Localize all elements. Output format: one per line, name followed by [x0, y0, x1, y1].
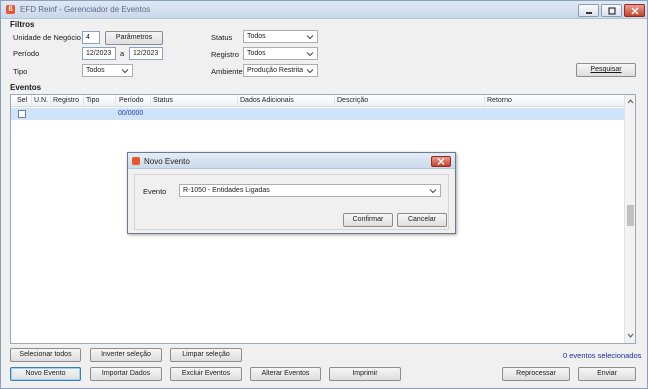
- selecionar-todos-button[interactable]: Selecionar todos: [10, 348, 81, 362]
- novo-evento-dialog: Novo Evento Evento R-1050 - Entidades Li…: [127, 152, 456, 234]
- row-select-checkbox[interactable]: [18, 110, 26, 118]
- ambiente-select[interactable]: Produção Restrita: [243, 64, 318, 77]
- importar-dados-label: Importar Dados: [101, 370, 151, 377]
- column-divider: [50, 95, 51, 107]
- enviar-button[interactable]: Enviar: [578, 367, 636, 381]
- events-section-label: Eventos: [10, 83, 42, 92]
- filters-section-label: Filtros: [10, 20, 35, 29]
- chevron-down-icon: [306, 35, 314, 40]
- status-label: Status: [211, 33, 233, 42]
- limpar-selecao-label: Limpar seleção: [182, 351, 230, 358]
- enviar-label: Enviar: [597, 370, 617, 377]
- table-row[interactable]: 00/0000: [11, 108, 625, 120]
- tipo-select-value: Todos: [86, 67, 105, 74]
- close-button[interactable]: [624, 4, 645, 17]
- registro-label: Registro: [211, 50, 239, 59]
- column-divider: [150, 95, 151, 107]
- limpar-selecao-button[interactable]: Limpar seleção: [170, 348, 242, 362]
- scrollbar-thumb[interactable]: [627, 205, 634, 226]
- dialog-title-bar: Novo Evento: [128, 153, 455, 169]
- imprimir-button[interactable]: Imprimir: [329, 367, 401, 381]
- excluir-eventos-label: Excluir Eventos: [181, 370, 231, 377]
- tipo-select[interactable]: Todos: [82, 64, 133, 77]
- excluir-eventos-button[interactable]: Excluir Eventos: [170, 367, 242, 381]
- column-divider: [31, 95, 32, 107]
- column-header-retorno[interactable]: Retorno: [487, 97, 512, 104]
- cancelar-label: Cancelar: [407, 216, 436, 223]
- pesquisar-button[interactable]: Pesquisar: [576, 63, 636, 77]
- imprimir-label: Imprimir: [352, 370, 378, 377]
- column-divider: [83, 95, 84, 107]
- chevron-down-icon: [429, 189, 437, 194]
- periodo-to-input[interactable]: 12/2023: [129, 47, 163, 60]
- column-header-dados-adicionais[interactable]: Dados Adicionais: [240, 97, 294, 104]
- scroll-up-icon[interactable]: [627, 98, 634, 104]
- unidade-input[interactable]: 4: [82, 31, 100, 44]
- column-divider: [484, 95, 485, 107]
- column-divider: [237, 95, 238, 107]
- unidade-label: Unidade de Negócio: [13, 33, 81, 42]
- confirmar-button[interactable]: Confirmar: [343, 213, 393, 227]
- evento-select[interactable]: R-1050 - Entidades Ligadas: [179, 184, 441, 197]
- maximize-button[interactable]: [601, 4, 622, 17]
- dialog-content-group: Evento R-1050 - Entidades Ligadas Confir…: [134, 174, 449, 230]
- grid-header: Sel U.N. Registro Tipo Período Status Da…: [11, 95, 625, 107]
- maximize-icon: [607, 6, 616, 15]
- evento-label: Evento: [143, 187, 167, 196]
- column-divider: [115, 95, 116, 107]
- importar-dados-button[interactable]: Importar Dados: [90, 367, 162, 381]
- periodo-label: Período: [13, 49, 40, 58]
- column-header-periodo[interactable]: Período: [119, 97, 144, 104]
- periodo-separator: a: [120, 49, 125, 58]
- chevron-down-icon: [306, 69, 314, 74]
- ambiente-select-value: Produção Restrita: [247, 67, 304, 74]
- chevron-down-icon: [121, 69, 129, 74]
- scroll-down-icon[interactable]: [627, 333, 634, 339]
- alterar-eventos-button[interactable]: Alterar Eventos: [250, 367, 321, 381]
- alterar-eventos-label: Alterar Eventos: [261, 370, 310, 377]
- close-icon: [630, 6, 639, 15]
- column-header-tipo[interactable]: Tipo: [86, 97, 99, 104]
- cancelar-button[interactable]: Cancelar: [397, 213, 447, 227]
- evento-select-value: R-1050 - Entidades Ligadas: [183, 187, 270, 194]
- column-header-descricao[interactable]: Descrição: [337, 97, 368, 104]
- novo-evento-button[interactable]: Novo Evento: [10, 367, 81, 381]
- registro-select[interactable]: Todos: [243, 47, 318, 60]
- registro-select-value: Todos: [247, 50, 266, 57]
- close-icon: [437, 158, 445, 165]
- app-logo-icon: ß: [6, 5, 15, 14]
- selecionar-todos-label: Selecionar todos: [19, 351, 72, 358]
- novo-evento-label: Novo Evento: [25, 370, 66, 377]
- column-header-registro[interactable]: Registro: [53, 97, 79, 104]
- minimize-icon: [585, 11, 592, 14]
- vertical-scrollbar[interactable]: [624, 95, 635, 343]
- row-period-cell: 00/0000: [118, 110, 144, 117]
- inverter-selecao-label: Inverter seleção: [101, 351, 151, 358]
- status-select-value: Todos: [247, 33, 266, 40]
- dialog-close-button[interactable]: [431, 156, 451, 167]
- ambiente-label: Ambiente: [211, 67, 243, 76]
- app-logo-icon: [132, 157, 140, 165]
- confirmar-label: Confirmar: [352, 216, 384, 223]
- reprocessar-button[interactable]: Reprocessar: [502, 367, 570, 381]
- periodo-from-input[interactable]: 12/2023: [82, 47, 116, 60]
- parametros-button-label: Parâmetros: [115, 34, 153, 41]
- title-bar: ß EFD Reinf - Gerenciador de Eventos: [1, 1, 647, 19]
- tipo-label: Tipo: [13, 67, 28, 76]
- main-window: ß EFD Reinf - Gerenciador de Eventos Fil…: [0, 0, 648, 389]
- column-header-status[interactable]: Status: [153, 97, 173, 104]
- status-select[interactable]: Todos: [243, 30, 318, 43]
- column-divider: [334, 95, 335, 107]
- pesquisar-button-label: Pesquisar: [590, 66, 622, 73]
- column-header-sel[interactable]: Sel: [17, 97, 27, 104]
- parametros-button[interactable]: Parâmetros: [105, 31, 163, 45]
- dialog-title: Novo Evento: [144, 157, 190, 166]
- window-title: EFD Reinf - Gerenciador de Eventos: [20, 5, 151, 14]
- column-header-un[interactable]: U.N.: [34, 97, 48, 104]
- chevron-down-icon: [306, 52, 314, 57]
- reprocessar-label: Reprocessar: [516, 370, 556, 377]
- inverter-selecao-button[interactable]: Inverter seleção: [90, 348, 162, 362]
- minimize-button[interactable]: [578, 4, 599, 17]
- selected-count-label: 0 eventos selecionados: [563, 351, 642, 360]
